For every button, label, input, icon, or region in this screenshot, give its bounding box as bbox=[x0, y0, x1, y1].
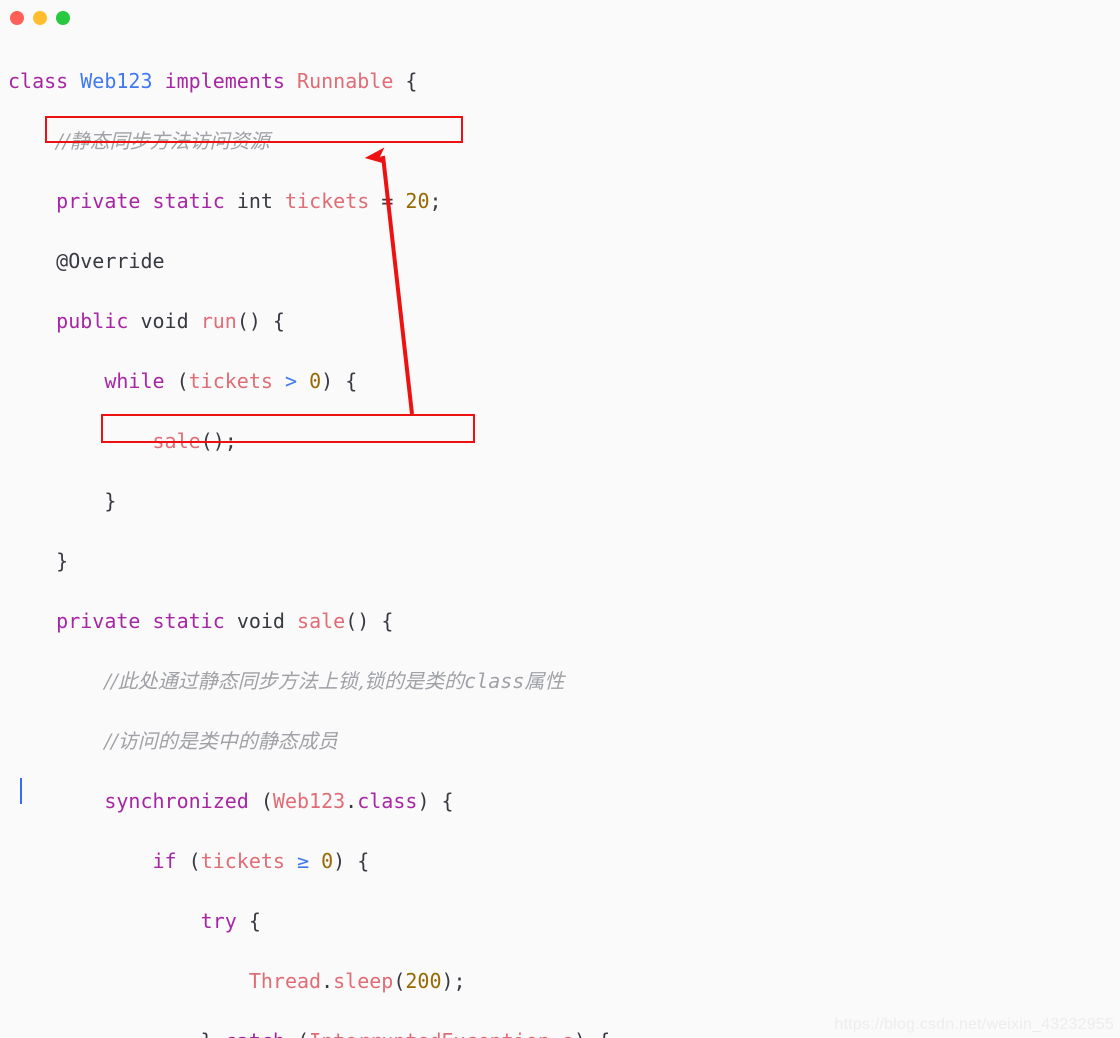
token-number-20: 20 bbox=[405, 189, 430, 213]
comment-static-member: //访问的是类中的静态成员 bbox=[104, 729, 338, 753]
token-sale-decl-tail: () { bbox=[345, 609, 394, 633]
code-line-15: try { bbox=[8, 906, 1120, 936]
token-try-tail: { bbox=[236, 909, 261, 933]
token-run-tail: () { bbox=[236, 309, 285, 333]
token-while-tail: ) { bbox=[321, 369, 358, 393]
code-editor-window: class Web123 implements Runnable { //静态同… bbox=[0, 0, 1120, 1038]
token-dot: . bbox=[345, 789, 358, 813]
token-keyword-synchronized: synchronized bbox=[104, 789, 249, 813]
code-line-7: sale(); bbox=[8, 426, 1120, 456]
token-if-tail: ) { bbox=[333, 849, 370, 873]
maximize-window-button[interactable] bbox=[56, 11, 70, 25]
token-operator-gt: > bbox=[284, 369, 298, 393]
token-keyword-while: while bbox=[104, 369, 165, 393]
code-line-13: synchronized (Web123.class) { bbox=[8, 786, 1120, 816]
token-keyword-implements: implements bbox=[164, 69, 285, 93]
token-paren-open: ( bbox=[248, 789, 273, 813]
token-class-thread: Thread bbox=[248, 969, 322, 993]
token-number-200: 200 bbox=[405, 969, 442, 993]
code-line-8: } bbox=[8, 486, 1120, 516]
token-paren-open: ( bbox=[176, 849, 201, 873]
token-assign: = bbox=[381, 189, 394, 213]
text-caret bbox=[20, 778, 22, 804]
token-type-web123: Web123 bbox=[80, 69, 153, 93]
token-keyword-private: private bbox=[56, 609, 141, 633]
token-sale-tail: (); bbox=[200, 429, 237, 453]
token-sync-tail: ) { bbox=[417, 789, 454, 813]
token-method-sale: sale bbox=[297, 609, 346, 633]
token-exception-arg: e bbox=[550, 1029, 574, 1038]
token-var-tickets: tickets bbox=[200, 849, 285, 873]
token-brace-close: } bbox=[104, 489, 117, 513]
token-paren-open: ( bbox=[285, 1029, 309, 1038]
token-semicolon: ; bbox=[429, 189, 442, 213]
token-keyword-class: class bbox=[8, 69, 69, 93]
token-brace-close: } bbox=[201, 1029, 225, 1038]
token-method-sale: sale bbox=[152, 429, 201, 453]
token-keyword-public: public bbox=[56, 309, 129, 333]
token-catch-tail: ) { bbox=[574, 1029, 610, 1038]
code-line-16: Thread.sleep(200); bbox=[8, 966, 1120, 996]
comment-text-pre: //此处通过静态同步方法上锁,锁的是类的 bbox=[104, 669, 465, 693]
comment-text-code: class bbox=[464, 669, 525, 693]
token-sleep-tail: ); bbox=[441, 969, 466, 993]
code-line-14: if (tickets ≥ 0) { bbox=[8, 846, 1120, 876]
token-keyword-if: if bbox=[152, 849, 177, 873]
token-exception-type: InterruptedException bbox=[309, 1029, 550, 1038]
code-line-2: //静态同步方法访问资源 bbox=[8, 126, 1120, 156]
code-line-9: } bbox=[8, 546, 1120, 576]
token-keyword-try: try bbox=[200, 909, 237, 933]
token-keyword-int: int bbox=[236, 189, 273, 213]
code-line-4: @Override bbox=[8, 246, 1120, 276]
token-class-web123: Web123 bbox=[272, 789, 346, 813]
token-operator-gte: ≥ bbox=[297, 849, 310, 873]
token-number-0: 0 bbox=[321, 849, 334, 873]
token-keyword-class: class bbox=[357, 789, 418, 813]
token-paren-open: ( bbox=[176, 369, 189, 393]
code-line-3: private static int tickets = 20; bbox=[8, 186, 1120, 216]
token-method-run: run bbox=[200, 309, 237, 333]
code-line-11: //此处通过静态同步方法上锁,锁的是类的class属性 bbox=[8, 666, 1120, 696]
code-line-12: //访问的是类中的静态成员 bbox=[8, 726, 1120, 756]
token-paren-open: ( bbox=[393, 969, 406, 993]
token-keyword-static: static bbox=[152, 609, 225, 633]
code-line-6: while (tickets > 0) { bbox=[8, 366, 1120, 396]
close-window-button[interactable] bbox=[10, 11, 24, 25]
token-method-sleep: sleep bbox=[333, 969, 394, 993]
token-var-tickets: tickets bbox=[284, 189, 370, 213]
token-brace-close: } bbox=[56, 549, 69, 573]
token-keyword-static: static bbox=[152, 189, 225, 213]
minimize-window-button[interactable] bbox=[33, 11, 47, 25]
code-line-5: public void run() { bbox=[8, 306, 1120, 336]
comment-class-lock: //此处通过静态同步方法上锁,锁的是类的class属性 bbox=[104, 669, 564, 693]
token-keyword-void: void bbox=[236, 609, 285, 633]
token-brace-open: { bbox=[405, 69, 418, 93]
token-number-0: 0 bbox=[309, 369, 322, 393]
token-interface-runnable: Runnable bbox=[297, 69, 394, 93]
comment-text-post: 属性 bbox=[524, 669, 565, 693]
code-line-10: private static void sale() { bbox=[8, 606, 1120, 636]
token-keyword-catch: catch bbox=[225, 1029, 285, 1038]
token-dot: . bbox=[321, 969, 334, 993]
window-titlebar bbox=[0, 0, 1120, 36]
token-annotation-override: @Override bbox=[56, 249, 165, 273]
comment-static-sync-resource: //静态同步方法访问资源 bbox=[56, 129, 270, 153]
watermark-url: https://blog.csdn.net/weixin_43232955 bbox=[834, 1016, 1114, 1033]
token-keyword-private: private bbox=[56, 189, 141, 213]
token-var-tickets: tickets bbox=[188, 369, 273, 393]
code-line-1: class Web123 implements Runnable { bbox=[8, 66, 1120, 96]
code-content[interactable]: class Web123 implements Runnable { //静态同… bbox=[0, 36, 1120, 1038]
token-keyword-void: void bbox=[140, 309, 189, 333]
